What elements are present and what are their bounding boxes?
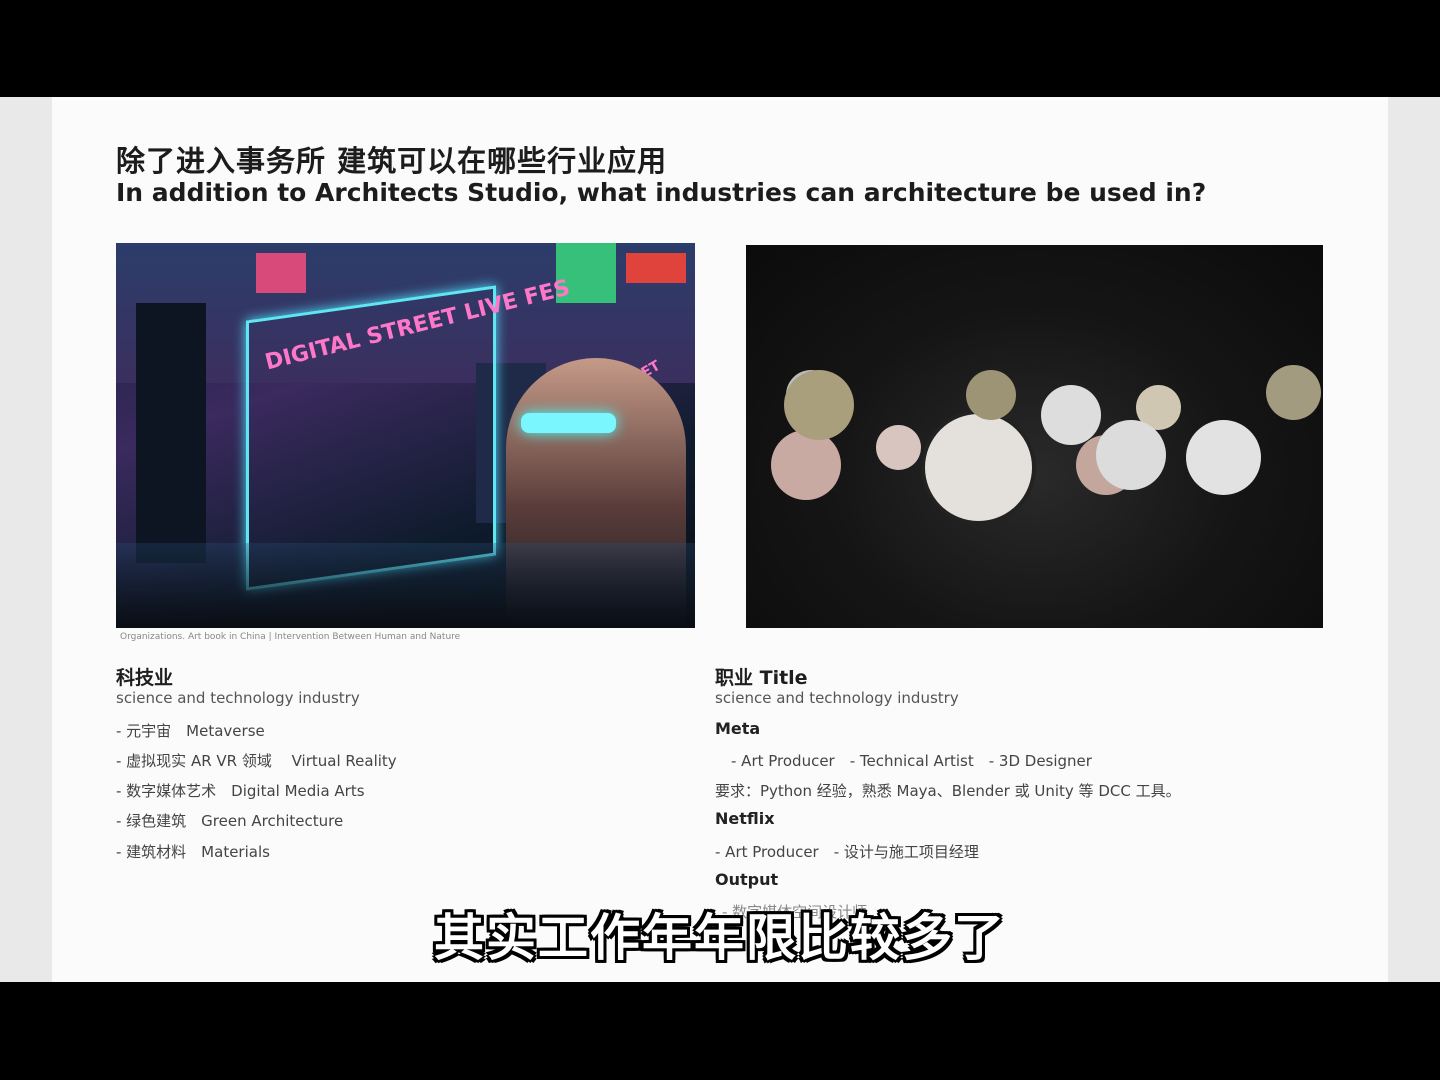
list-item: - 建筑材料 Materials xyxy=(116,843,270,861)
meta-label: Meta xyxy=(715,719,761,738)
immersive-exhibition-image xyxy=(746,245,1323,628)
right-subheading: science and technology industry xyxy=(715,689,959,707)
video-subtitle: 其实工作年年限比较多了 xyxy=(434,909,1006,967)
image-caption: Organizations. Art book in China | Inter… xyxy=(120,632,461,642)
slide-title-en: In addition to Architects Studio, what i… xyxy=(116,178,1207,207)
netflix-roles: - Art Producer - 设计与施工项目经理 xyxy=(715,843,979,861)
list-item: - 虚拟现实 AR VR 领域 Virtual Reality xyxy=(116,752,397,770)
left-subheading: science and technology industry xyxy=(116,689,360,707)
list-item: - 元宇宙 Metaverse xyxy=(116,722,265,740)
right-heading: 职业 Title xyxy=(715,667,808,689)
output-label: Output xyxy=(715,870,779,889)
left-heading: 科技业 xyxy=(116,667,174,689)
list-item: - 数字媒体艺术 Digital Media Arts xyxy=(116,782,365,800)
netflix-label: Netflix xyxy=(715,809,775,828)
meta-roles: - Art Producer - Technical Artist - 3D D… xyxy=(731,752,1092,770)
metaverse-image: DIGITAL STREET LIVE FES STREET PAST xyxy=(116,243,695,628)
meta-requirements: 要求：Python 经验，熟悉 Maya、Blender 或 Unity 等 D… xyxy=(715,782,1181,800)
slide-title-cn: 除了进入事务所 建筑可以在哪些行业应用 xyxy=(116,144,668,178)
list-item: - 绿色建筑 Green Architecture xyxy=(116,812,344,830)
